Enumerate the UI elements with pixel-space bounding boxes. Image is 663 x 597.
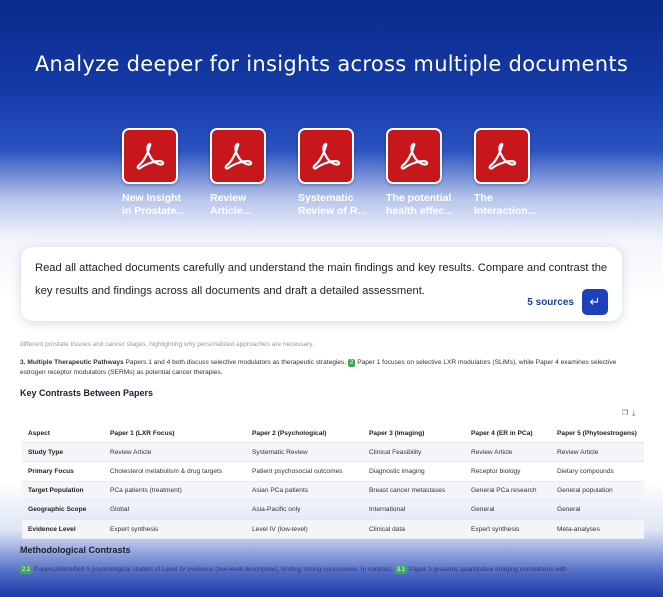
document-card[interactable]: Systematic Review of R... [298, 128, 376, 218]
table-cell: Clinical data [363, 519, 465, 540]
table-row: Geographic Scope Global Asia-Pacific onl… [22, 500, 644, 520]
pathways-text: Papers 1 and 4 both discuss selective mo… [123, 359, 349, 366]
citation-badge[interactable]: 3.1 [394, 566, 408, 574]
copy-icon[interactable]: ❐ [622, 410, 632, 417]
table-header-row: Aspect Paper 1 (LXR Focus) Paper 2 (Psyc… [22, 424, 644, 444]
table-cell: Review Article [551, 442, 644, 463]
table-cell: Breast cancer metastases [363, 481, 465, 501]
column-header: Aspect [22, 424, 104, 444]
comparison-table: Aspect Paper 1 (LXR Focus) Paper 2 (Psyc… [22, 424, 644, 540]
document-card[interactable]: The Interaction... [474, 128, 552, 218]
column-header: Paper 5 (Phytoestrogens) [551, 424, 644, 444]
document-title: Review Article... [210, 192, 252, 217]
table-cell: Systematic Review [246, 442, 363, 463]
table-cell: Receptor biology [465, 461, 551, 482]
table-cell: International [363, 500, 465, 520]
table-cell: General population [551, 481, 644, 501]
table-row: Evidence Level Expert synthesis Level IV… [22, 519, 644, 540]
pathways-paragraph: 3. Multiple Therapeutic Pathways Papers … [20, 358, 640, 378]
table-cell: Clinical Feasibility [363, 442, 465, 463]
document-card[interactable]: The potential health effec... [386, 128, 464, 218]
table-cell: Review Article [104, 442, 246, 463]
download-icon[interactable]: ⤓ [632, 410, 639, 417]
table-cell: Asia-Pacific only [246, 500, 363, 520]
table-toolbar: ❐⤓ [622, 409, 639, 418]
pdf-icon [298, 128, 354, 184]
column-header: Paper 4 (ER in PCa) [465, 424, 551, 444]
table-cell: Level IV (low-level) [246, 519, 363, 540]
table-cell: Expert synthesis [465, 519, 551, 540]
table-cell: Asian PCa patients [246, 481, 363, 501]
headline: Analyze deeper for insights across multi… [34, 52, 629, 76]
column-header: Paper 3 (Imaging) [363, 424, 465, 444]
pathways-heading: 3. Multiple Therapeutic Pathways [20, 359, 124, 366]
pdf-icon [122, 128, 178, 184]
table-cell: Study Type [22, 442, 104, 463]
sources-count[interactable]: 5 sources [527, 297, 574, 308]
table-cell: Patient psychosocial outcomes [246, 461, 363, 482]
table-cell: Primary Focus [22, 461, 104, 482]
table-cell: Review Article [465, 442, 551, 463]
method-text: Paper 3 presents quantitative imaging co… [407, 566, 567, 573]
response-faded-line: different prostate tissues and cancer st… [20, 341, 314, 348]
table-row: Primary Focus Cholesterol metabolism & d… [22, 461, 644, 482]
citation-badge[interactable]: 2.1 [20, 566, 33, 574]
document-title: The potential health effec... [386, 192, 454, 217]
column-header: Paper 2 (Psychological) [246, 424, 363, 444]
prompt-text[interactable]: Read all attached documents carefully an… [35, 257, 610, 302]
pdf-icon [474, 128, 530, 184]
table-cell: Global [104, 500, 246, 520]
document-title: New Insight in Prostate... [122, 192, 186, 217]
table-cell: General [551, 500, 644, 520]
document-card[interactable]: New Insight in Prostate... [122, 128, 200, 218]
document-title: The Interaction... [474, 192, 537, 217]
method-text: Papers2identified 5 psychological studie… [32, 566, 395, 573]
prompt-card[interactable]: Read all attached documents carefully an… [21, 247, 622, 321]
table-cell: Diagnostic imaging [363, 461, 465, 482]
table-cell: Geographic Scope [22, 500, 104, 520]
table-row: Study Type Review Article Systematic Rev… [22, 442, 644, 463]
pdf-icon [210, 128, 266, 184]
table-cell: Dietary compounds [551, 461, 644, 482]
column-header: Paper 1 (LXR Focus) [104, 424, 246, 444]
enter-arrow-icon: ↵ [589, 294, 601, 309]
methodological-title: Methodological Contrasts [20, 545, 131, 555]
table-cell: Cholesterol metabolism & drug targets [104, 461, 246, 482]
document-card[interactable]: Review Article... [210, 128, 288, 218]
table-row: Target Population PCa patients (treatmen… [22, 481, 644, 501]
table-cell: Evidence Level [22, 519, 104, 540]
methodological-paragraph: 2.1 Papers2identified 5 psychological st… [20, 566, 650, 574]
table-cell: General PCa research [465, 481, 551, 501]
send-button[interactable]: ↵ [582, 289, 608, 315]
table-cell: General [465, 500, 551, 520]
table-cell: PCa patients (treatment) [104, 481, 246, 501]
table-cell: Meta-analyses [551, 519, 644, 540]
table-cell: Expert synthesis [104, 519, 246, 540]
key-contrasts-title: Key Contrasts Between Papers [20, 388, 154, 398]
document-title: Systematic Review of R... [298, 192, 367, 217]
table-cell: Target Population [22, 481, 104, 501]
pdf-icon [386, 128, 442, 184]
